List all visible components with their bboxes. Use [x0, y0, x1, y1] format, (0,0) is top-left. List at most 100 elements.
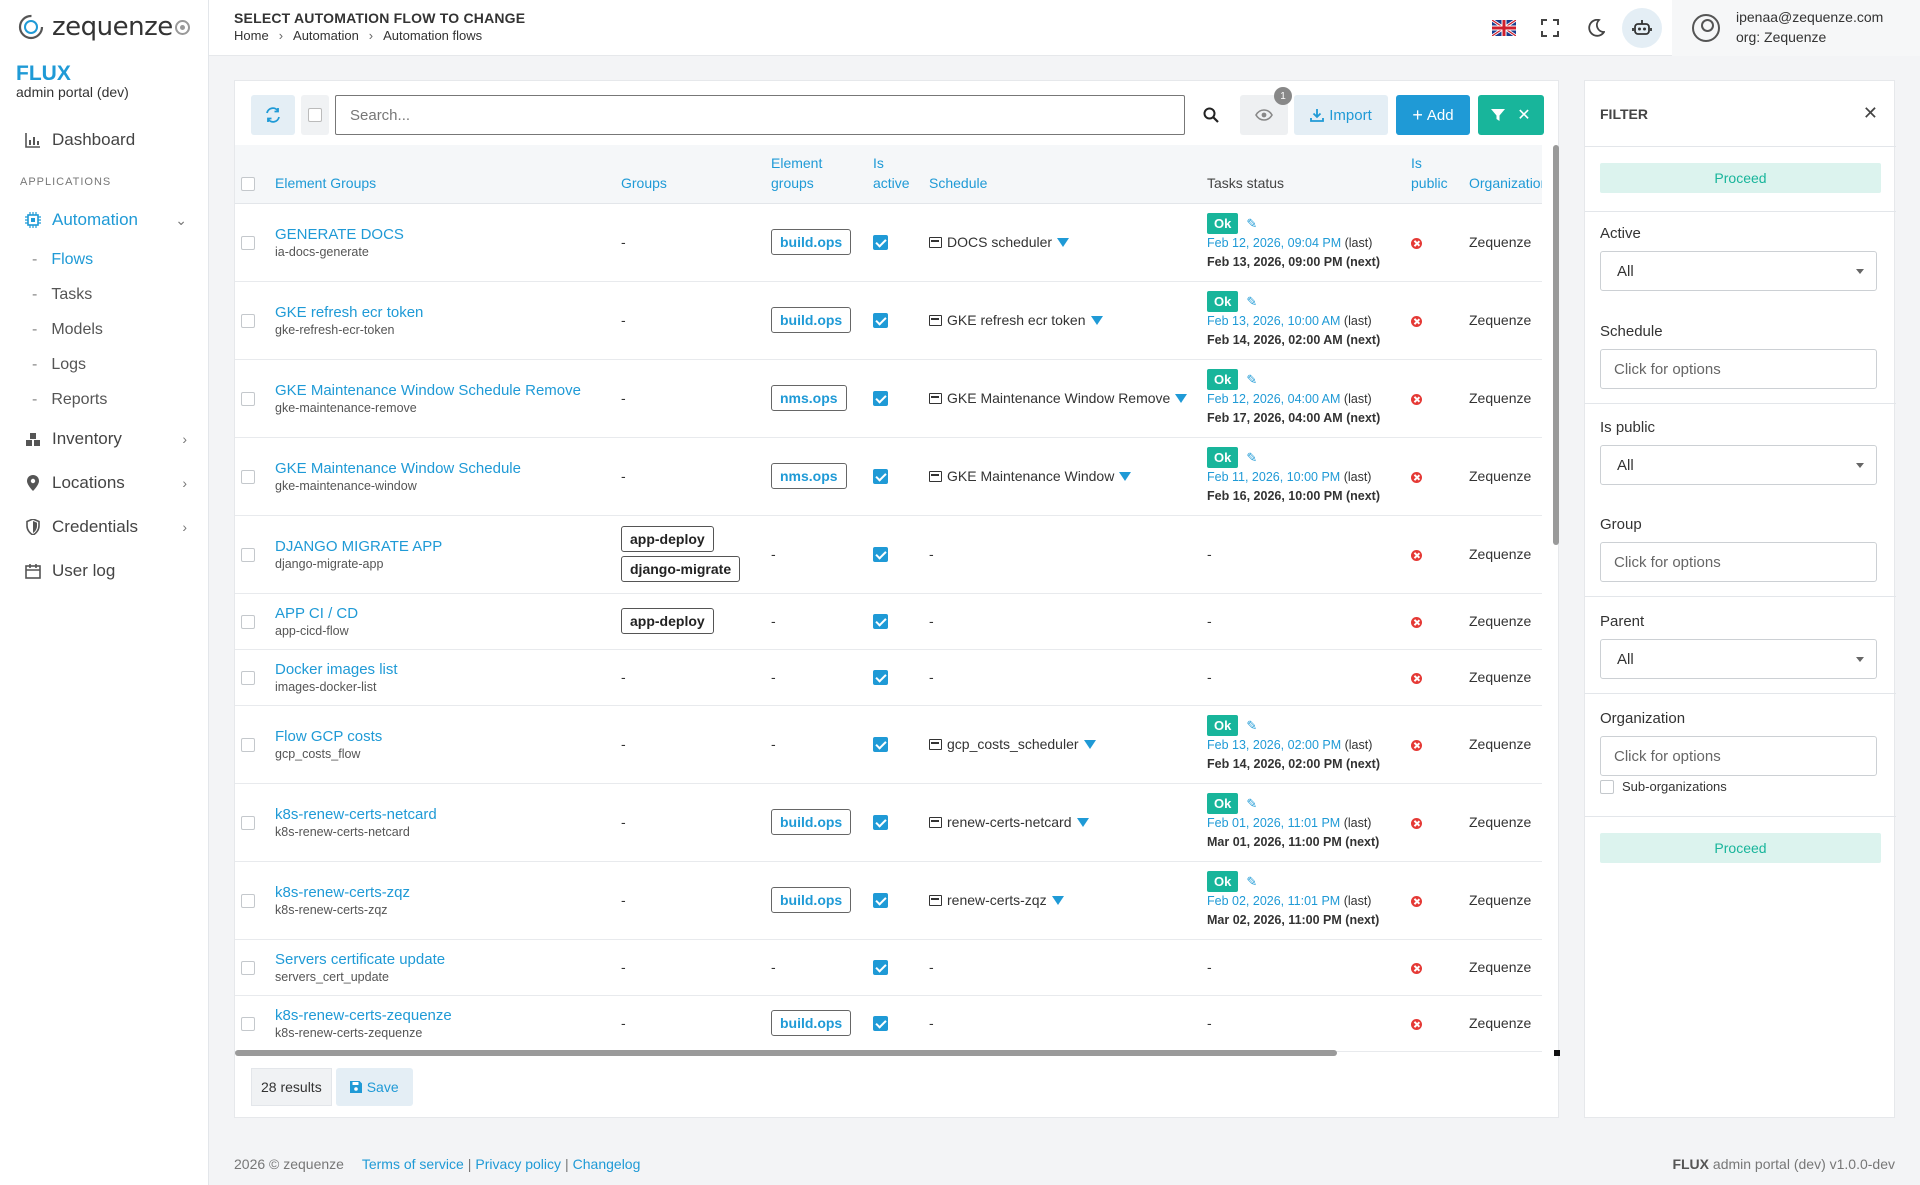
table-row[interactable]: APP CI / CD app-cicd-flow app-deploy - - - Zeq… — [235, 593, 1542, 650]
sidebar-item-locations[interactable]: Locations › — [0, 461, 209, 505]
schedule-name[interactable]: GKE Maintenance Window Remove — [947, 390, 1170, 406]
element-group-tag[interactable]: build.ops — [771, 887, 852, 913]
table-row[interactable]: k8s-renew-certs-zqz k8s-renew-certs-zqz - b… — [235, 861, 1542, 940]
changelog-link[interactable]: Changelog — [573, 1156, 641, 1172]
breadcrumb-automation[interactable]: Automation — [293, 28, 359, 43]
edit-icon[interactable]: ✎ — [1246, 874, 1257, 890]
schedule-name[interactable]: renew-certs-zqz — [947, 892, 1047, 908]
table-row[interactable]: GKE Maintenance Window Schedule gke-maint… — [235, 437, 1542, 516]
table-row[interactable]: DJANGO MIGRATE APP django-migrate-app app-… — [235, 515, 1542, 594]
flow-name-link[interactable]: GENERATE DOCS — [275, 226, 609, 243]
logo[interactable]: zequenze — [16, 12, 173, 42]
group-tag[interactable]: app-deploy — [621, 608, 714, 634]
flow-name-link[interactable]: GKE Maintenance Window Schedule — [275, 460, 609, 477]
sidebar-pin-icon[interactable] — [175, 20, 190, 35]
filter-active-select[interactable]: All — [1600, 251, 1877, 291]
dark-mode-moon-icon[interactable] — [1576, 8, 1616, 48]
flow-name-link[interactable]: k8s-renew-certs-zequenze — [275, 1007, 609, 1024]
filter-public-select[interactable]: All — [1600, 445, 1877, 485]
sidebar-subitem-tasks[interactable]: - Tasks — [0, 277, 209, 312]
row-checkbox[interactable] — [241, 894, 255, 909]
last-run-time[interactable]: Feb 02, 2026, 11:01 PM — [1207, 894, 1340, 908]
edit-icon[interactable]: ✎ — [1246, 450, 1257, 466]
table-row[interactable]: Servers certificate update servers_cert_u… — [235, 939, 1542, 996]
filter-toggle-button[interactable]: ✕ — [1478, 95, 1544, 135]
search-input[interactable] — [335, 95, 1185, 135]
last-run-time[interactable]: Feb 12, 2026, 04:00 AM — [1207, 392, 1340, 406]
filter-by-schedule-icon[interactable] — [1175, 394, 1188, 403]
table-row[interactable]: GKE refresh ecr token gke-refresh-ecr-tok… — [235, 281, 1542, 360]
table-row[interactable]: Docker images list images-docker-list - - - -… — [235, 649, 1542, 706]
flow-name-link[interactable]: GKE refresh ecr token — [275, 304, 609, 321]
filter-schedule-input[interactable]: Click for options — [1600, 349, 1877, 389]
horizontal-scrollbar[interactable] — [235, 1050, 1337, 1056]
fullscreen-icon[interactable] — [1530, 8, 1570, 48]
element-group-tag[interactable]: build.ops — [771, 1010, 852, 1036]
flow-name-link[interactable]: DJANGO MIGRATE APP — [275, 538, 609, 555]
edit-icon[interactable]: ✎ — [1246, 372, 1257, 388]
filter-by-schedule-icon[interactable] — [1051, 896, 1064, 905]
table-row[interactable]: Flow GCP costs gcp_costs_flow - - gcp_costs_… — [235, 705, 1542, 784]
flow-name-link[interactable]: Docker images list — [275, 661, 609, 678]
schedule-name[interactable]: GKE Maintenance Window — [947, 468, 1114, 484]
proceed-button-top[interactable]: Proceed — [1600, 163, 1881, 193]
group-tag[interactable]: django-migrate — [621, 556, 741, 582]
filter-by-schedule-icon[interactable] — [1119, 472, 1132, 481]
sidebar-item-dashboard[interactable]: Dashboard — [0, 118, 209, 162]
add-button[interactable]: + Add — [1396, 95, 1470, 135]
col-is-public[interactable]: Is public — [1405, 145, 1463, 204]
privacy-link[interactable]: Privacy policy — [475, 1156, 561, 1172]
sidebar-item-user-log[interactable]: User log — [0, 549, 209, 593]
row-checkbox[interactable] — [241, 236, 255, 251]
search-button[interactable] — [1191, 95, 1231, 135]
edit-icon[interactable]: ✎ — [1246, 718, 1257, 734]
last-run-time[interactable]: Feb 11, 2026, 10:00 PM — [1207, 470, 1340, 484]
flow-name-link[interactable]: APP CI / CD — [275, 605, 609, 622]
col-element-groups-2[interactable]: Element groups — [765, 145, 867, 204]
last-run-time[interactable]: Feb 12, 2026, 09:04 PM — [1207, 236, 1341, 250]
schedule-name[interactable]: renew-certs-netcard — [947, 814, 1072, 830]
last-run-time[interactable]: Feb 13, 2026, 02:00 PM — [1207, 738, 1341, 752]
flow-name-link[interactable]: Servers certificate update — [275, 951, 609, 968]
filter-by-schedule-icon[interactable] — [1090, 316, 1103, 325]
col-schedule[interactable]: Schedule — [923, 145, 1201, 204]
element-group-tag[interactable]: build.ops — [771, 307, 852, 333]
close-icon[interactable]: ✕ — [1863, 103, 1878, 124]
filter-parent-select[interactable]: All — [1600, 639, 1877, 679]
edit-icon[interactable]: ✎ — [1246, 294, 1257, 310]
col-element-groups[interactable]: Element Groups — [269, 145, 615, 204]
row-checkbox[interactable] — [241, 548, 255, 563]
save-button[interactable]: Save — [335, 1068, 413, 1106]
element-group-tag[interactable]: build.ops — [771, 229, 852, 255]
flow-name-link[interactable]: Flow GCP costs — [275, 728, 609, 745]
sidebar-subitem-models[interactable]: - Models — [0, 312, 209, 347]
group-tag[interactable]: app-deploy — [621, 526, 714, 552]
sidebar-item-inventory[interactable]: Inventory › — [0, 417, 209, 461]
row-checkbox[interactable] — [241, 738, 255, 753]
select-all-checkbox[interactable] — [241, 176, 255, 191]
schedule-name[interactable]: DOCS scheduler — [947, 234, 1052, 250]
table-row[interactable]: k8s-renew-certs-netcard k8s-renew-certs-n… — [235, 783, 1542, 862]
col-groups[interactable]: Groups — [615, 145, 765, 204]
schedule-name[interactable]: gcp_costs_scheduler — [947, 736, 1079, 752]
sidebar-subitem-reports[interactable]: - Reports — [0, 382, 209, 417]
flow-name-link[interactable]: GKE Maintenance Window Schedule Remove — [275, 382, 609, 399]
schedule-name[interactable]: GKE refresh ecr token — [947, 312, 1086, 328]
proceed-button-bottom[interactable]: Proceed — [1600, 833, 1881, 863]
row-checkbox[interactable] — [241, 816, 255, 831]
user-menu[interactable]: ipenaa@zequenze.com org: Zequenze — [1672, 0, 1920, 56]
row-checkbox[interactable] — [241, 392, 255, 407]
terms-link[interactable]: Terms of service — [362, 1156, 464, 1172]
sub-organizations-checkbox[interactable] — [1600, 779, 1614, 794]
vertical-scrollbar[interactable] — [1553, 145, 1559, 545]
flow-name-link[interactable]: k8s-renew-certs-netcard — [275, 806, 609, 823]
sidebar-item-automation[interactable]: Automation ⌄ — [0, 198, 209, 242]
row-checkbox[interactable] — [241, 671, 255, 686]
row-checkbox[interactable] — [241, 961, 255, 976]
select-all-toolbar-checkbox[interactable] — [301, 95, 329, 135]
filter-group-input[interactable]: Click for options — [1600, 542, 1877, 582]
last-run-time[interactable]: Feb 01, 2026, 11:01 PM — [1207, 816, 1340, 830]
breadcrumb-home[interactable]: Home — [234, 28, 269, 43]
sidebar-item-credentials[interactable]: Credentials › — [0, 505, 209, 549]
table-row[interactable]: GENERATE DOCS ia-docs-generate - build.ops D… — [235, 203, 1542, 282]
